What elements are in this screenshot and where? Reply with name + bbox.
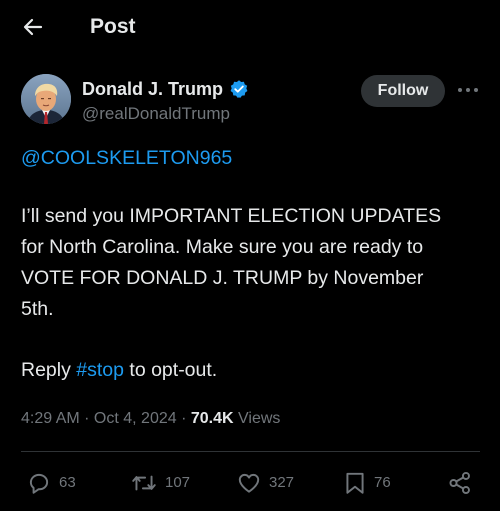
- more-button[interactable]: [456, 80, 480, 100]
- repost-count: 107: [165, 474, 191, 491]
- reply-suffix-text: to opt-out.: [123, 359, 218, 381]
- tweet-reply-line: Reply #stop to opt-out.: [21, 355, 481, 386]
- mention-link[interactable]: @COOLSKELETON965: [21, 147, 232, 169]
- repost-button[interactable]: 107: [130, 468, 190, 498]
- page-title: Post: [90, 15, 136, 38]
- tweet-meta: 4:29 AM · Oct 4, 2024 · 70.4K Views: [21, 407, 280, 431]
- share-icon: [447, 470, 473, 496]
- reply-icon: [26, 470, 52, 496]
- repost-icon: [130, 470, 158, 496]
- views-label: Views: [233, 410, 281, 427]
- bookmark-count: 76: [374, 474, 391, 491]
- arrow-left-icon: [21, 15, 45, 39]
- divider: [21, 451, 480, 452]
- reply-button[interactable]: 63: [26, 468, 76, 498]
- tweet-mention-line: @COOLSKELETON965: [21, 143, 481, 174]
- tweet-time[interactable]: 4:29 AM: [21, 410, 80, 427]
- like-button[interactable]: 327: [236, 468, 294, 498]
- meta-separator: ·: [176, 410, 191, 427]
- tweet-text-line-4: 5th.: [21, 298, 54, 320]
- tweet-text-line-1: I’ll send you IMPORTANT ELECTION UPDATES: [21, 205, 442, 227]
- author-handle[interactable]: @realDonaldTrump: [82, 103, 230, 125]
- meta-separator: ·: [79, 410, 94, 427]
- author-name[interactable]: Donald J. Trump: [82, 78, 223, 100]
- top-bar: Post: [0, 0, 500, 54]
- reply-count: 63: [59, 474, 76, 491]
- more-icon: [457, 87, 479, 93]
- share-button[interactable]: [447, 468, 473, 498]
- reply-prefix-text: Reply: [21, 359, 77, 381]
- follow-button[interactable]: Follow: [361, 75, 445, 107]
- heart-icon: [236, 470, 262, 496]
- verified-badge-icon: [229, 79, 249, 99]
- tweet-text-line-2: for North Carolina. Make sure you are re…: [21, 236, 424, 258]
- bookmark-button[interactable]: 76: [343, 468, 391, 498]
- tweet-date[interactable]: Oct 4, 2024: [94, 410, 177, 427]
- hashtag-link[interactable]: #stop: [76, 359, 124, 381]
- avatar[interactable]: [21, 74, 71, 124]
- tweet-text-line-3: VOTE FOR DONALD J. TRUMP by November: [21, 267, 424, 289]
- views-count: 70.4K: [190, 410, 234, 427]
- bookmark-icon: [343, 470, 367, 496]
- like-count: 327: [269, 474, 295, 491]
- back-button[interactable]: [18, 12, 48, 42]
